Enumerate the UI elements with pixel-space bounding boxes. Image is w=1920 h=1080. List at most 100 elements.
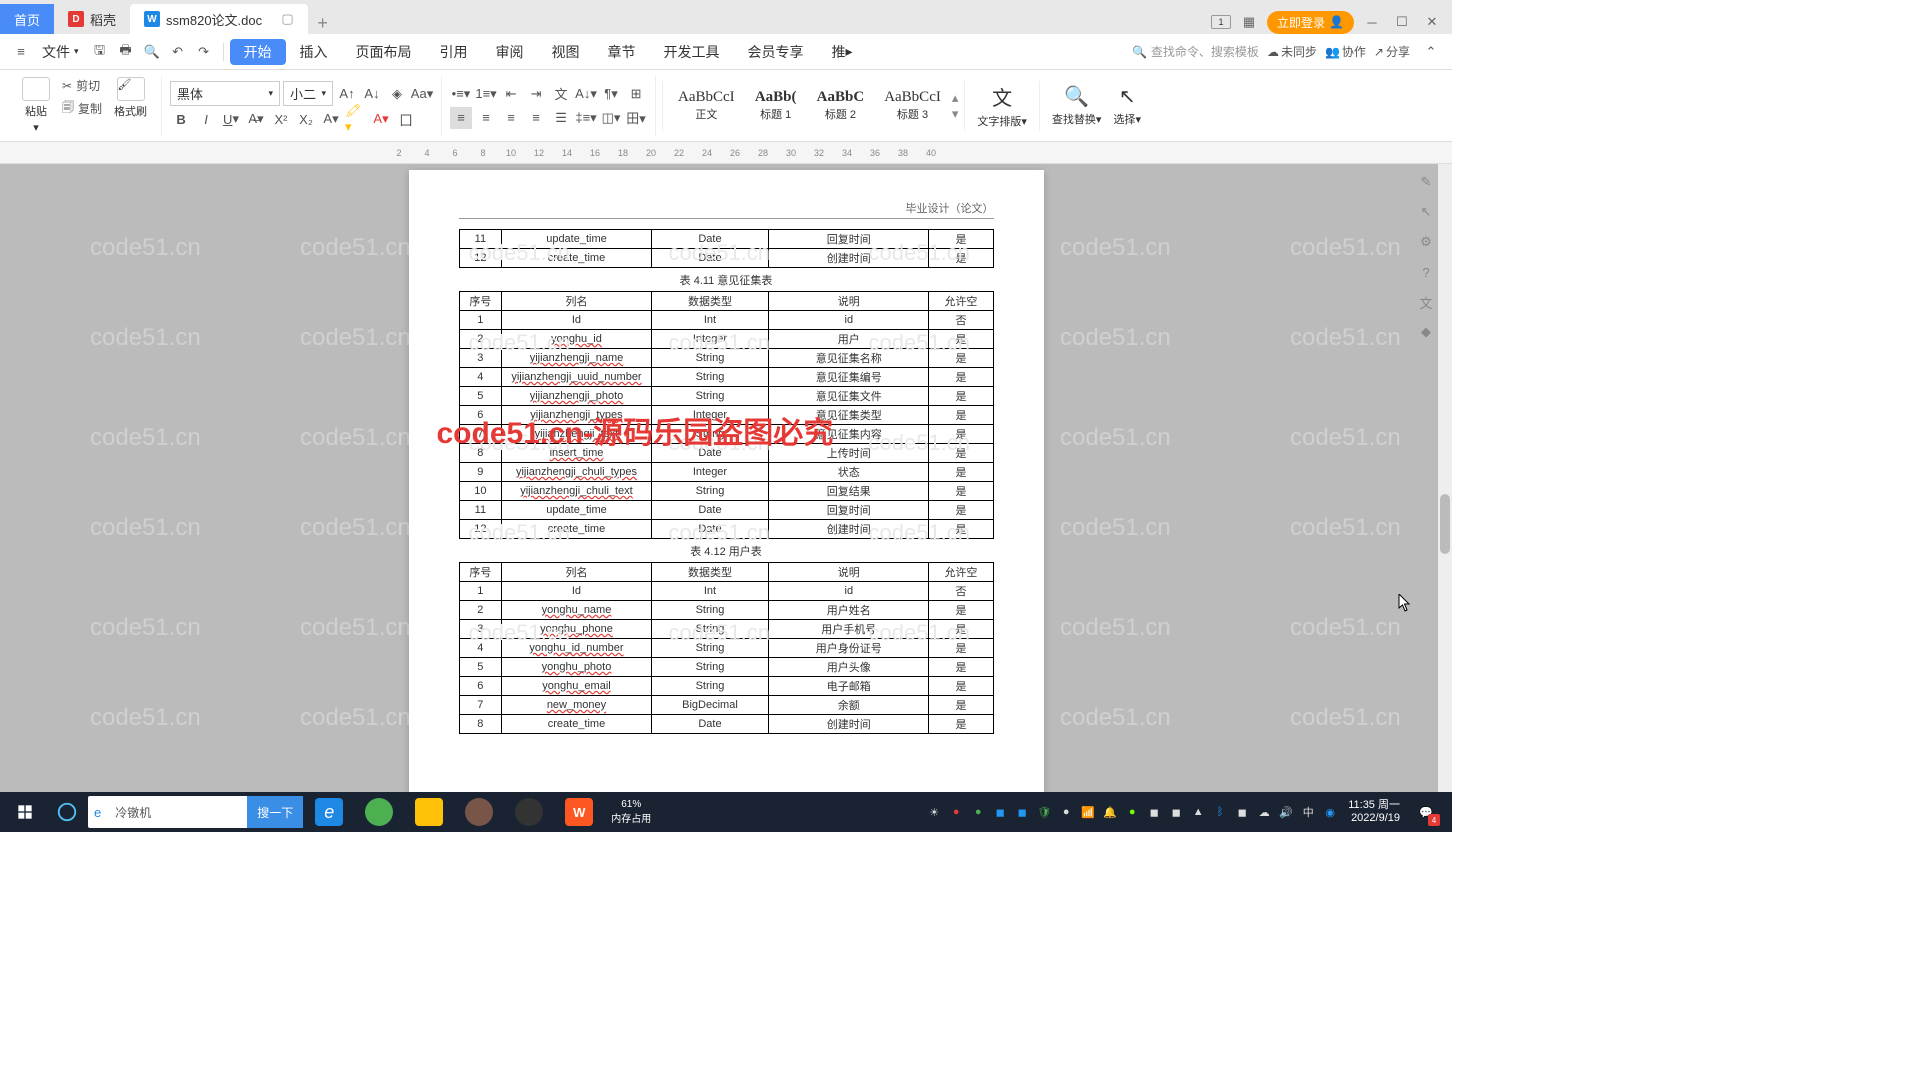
tab-document[interactable]: Wssm820论文.doc ▢ [130,4,308,34]
pen-icon[interactable]: ✎ [1416,172,1436,192]
shield-icon[interactable]: 🛡 [1036,804,1052,820]
tab-overflow-icon[interactable]: ▢ [281,11,293,27]
text-layout-button[interactable]: 文文字排版▾ [971,82,1033,129]
decrease-indent-icon[interactable]: ⇤ [500,83,522,105]
table-pre[interactable]: 11update_timeDate回复时间是12create_timeDate创… [459,229,994,268]
pointer-icon[interactable]: ↖ [1416,202,1436,222]
menu-vip[interactable]: 会员专享 [734,34,818,70]
font-select[interactable]: 黑体▾ [170,81,280,106]
coop-button[interactable]: 👥 协作 [1325,43,1366,60]
scrollbar-vertical[interactable] [1438,164,1452,806]
tray-icon[interactable]: ◼ [1168,804,1184,820]
tray-icon[interactable]: ● [1058,804,1074,820]
task-explorer[interactable] [405,794,453,830]
settings-icon[interactable]: ⚙ [1416,232,1436,252]
tray-icon[interactable]: ▲ [1190,804,1206,820]
italic-button[interactable]: I [195,108,217,130]
sort-icon[interactable]: A↓▾ [575,83,597,105]
strike-button[interactable]: A̶▾ [245,108,267,130]
line-spacing-icon[interactable]: ‡≡▾ [575,107,597,129]
save-icon[interactable]: 🖫 [89,41,111,63]
tray-icon[interactable]: ◼ [1146,804,1162,820]
task-app2[interactable] [505,794,553,830]
menu-pagelayout[interactable]: 页面布局 [342,34,426,70]
clear-format-icon[interactable]: ◈ [386,83,408,105]
font-size-select[interactable]: 小二▾ [283,81,333,106]
underline-button[interactable]: U▾ [220,108,242,130]
notifications-icon[interactable]: 💬4 [1410,796,1442,828]
text-effect-button[interactable]: A▾ [320,108,342,130]
tab-add[interactable]: + [308,13,338,34]
decrease-font-icon[interactable]: A↓ [361,83,383,105]
justify-icon[interactable]: ≡ [525,107,547,129]
file-menu[interactable]: 文件▾ [34,42,87,62]
menu-section[interactable]: 章节 [594,34,650,70]
increase-font-icon[interactable]: A↑ [336,83,358,105]
table-411[interactable]: 序号列名数据类型说明允许空 1IdIntid否2yonghu_idInteger… [459,291,994,539]
superscript-button[interactable]: X² [270,108,292,130]
translate-icon[interactable]: 文 [1416,292,1436,312]
start-button[interactable] [4,794,46,830]
sync-status[interactable]: ☁ 未同步 [1267,43,1317,60]
onedrive-icon[interactable]: ☁ [1256,804,1272,820]
tray-icon[interactable]: ◼ [1234,804,1250,820]
menu-view[interactable]: 视图 [538,34,594,70]
tray-icon[interactable]: ● [1124,804,1140,820]
font-color-button[interactable]: A▾ [370,108,392,130]
scroll-thumb[interactable] [1440,494,1450,554]
asian-layout-icon[interactable]: 文 [550,83,572,105]
find-replace-button[interactable]: 🔍查找替换▾ [1046,84,1108,127]
borders-icon[interactable]: 田▾ [625,107,647,129]
styles-down-icon[interactable]: ▾ [952,106,959,122]
document-page[interactable]: code51.cn-源码乐园盗图必究 code51.cn code51.cn c… [409,170,1044,806]
memory-widget[interactable]: 61%内存占用 [605,799,657,825]
menu-more[interactable]: 推▸ [818,34,867,70]
show-marks-icon[interactable]: ¶▾ [600,83,622,105]
search-command[interactable]: 🔍 查找命令、搜索模板 [1132,43,1259,60]
search-button[interactable]: 搜一下 [247,796,303,828]
distribute-icon[interactable]: ☰ [550,107,572,129]
align-right-icon[interactable]: ≡ [500,107,522,129]
weather-icon[interactable]: ☀ [926,804,942,820]
wifi-icon[interactable]: 📶 [1080,804,1096,820]
volume-icon[interactable]: 🔊 [1278,804,1294,820]
numbering-icon[interactable]: 1≡▾ [475,83,497,105]
select-button[interactable]: ↖选择▾ [1107,84,1147,127]
menu-review[interactable]: 审阅 [482,34,538,70]
task-app1[interactable] [455,794,503,830]
expand-icon[interactable]: ⌃ [1420,41,1442,63]
increase-indent-icon[interactable]: ⇥ [525,83,547,105]
table-412[interactable]: 序号列名数据类型说明允许空 1IdIntid否2yonghu_nameStrin… [459,562,994,734]
close-button[interactable]: ✕ [1420,10,1444,34]
align-left-icon[interactable]: ≡ [450,107,472,129]
style-h3[interactable]: AaBbCcI标题 3 [875,84,950,127]
cut-button[interactable]: ✂ 剪切 [62,77,102,94]
menu-start[interactable]: 开始 [230,39,286,65]
task-ie[interactable]: e [305,794,353,830]
ruler[interactable]: 246810121416182022242628303234363840 [0,142,1452,164]
document-area[interactable]: code51.cn code51.cn code51.cn code51.cn … [0,164,1452,806]
tray-icon[interactable]: ◉ [1322,804,1338,820]
menu-insert[interactable]: 插入 [286,34,342,70]
maximize-button[interactable]: ☐ [1390,10,1414,34]
layout-mode-icon[interactable]: 1 [1211,15,1231,29]
preview-icon[interactable]: 🔍 [141,41,163,63]
tray-icon[interactable]: ● [948,804,964,820]
taskbar-search[interactable]: e 冷镦机 搜一下 [88,796,303,828]
char-border-button[interactable]: 囗 [395,108,417,130]
task-edge[interactable] [355,794,403,830]
style-normal[interactable]: AaBbCcI正文 [669,84,744,127]
login-button[interactable]: 立即登录👤 [1267,11,1354,34]
tray-icon[interactable]: ◼ [1014,804,1030,820]
minimize-button[interactable]: ─ [1360,10,1384,34]
copy-button[interactable]: 🗐 复制 [62,98,102,119]
change-case-icon[interactable]: Aa▾ [411,83,433,105]
bold-button[interactable]: B [170,108,192,130]
help-icon[interactable]: ? [1416,262,1436,282]
cortana-icon[interactable] [48,794,86,830]
subscript-button[interactable]: X₂ [295,108,317,130]
share-button[interactable]: ↗ 分享 [1374,43,1410,60]
bell-icon[interactable]: 🔔 [1102,804,1118,820]
clock[interactable]: 11:35 周一 2022/9/19 [1344,799,1404,825]
style-h1[interactable]: AaBb(标题 1 [746,84,806,127]
